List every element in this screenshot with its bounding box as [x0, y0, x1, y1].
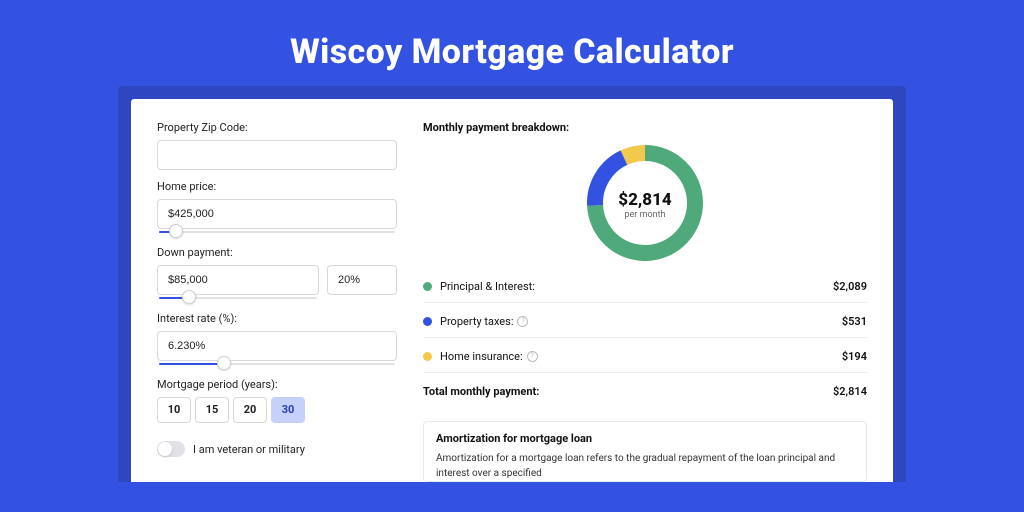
interest-rate-label: Interest rate (%): [157, 312, 397, 325]
legend-list: Principal & Interest:$2,089 Property taxe… [423, 280, 867, 407]
slider-thumb[interactable] [169, 224, 183, 238]
down-payment-label: Down payment: [157, 246, 397, 259]
down-payment-slider[interactable] [157, 294, 319, 302]
mortgage-period-option[interactable]: 10 [157, 397, 191, 423]
donut-center: $2,814 per month [618, 190, 671, 220]
mortgage-period-group: 10152030 [157, 397, 397, 423]
veteran-label: I am veteran or military [193, 443, 305, 456]
mortgage-period-option[interactable]: 20 [233, 397, 267, 423]
slider-thumb[interactable] [182, 290, 196, 304]
legend-label: Property taxes:? [440, 315, 842, 328]
legend-dot [423, 282, 432, 291]
legend-total-label: Total monthly payment: [423, 385, 833, 398]
amortization-card: Amortization for mortgage loan Amortizat… [423, 421, 867, 482]
info-icon[interactable]: ? [517, 316, 528, 327]
legend-value: $194 [842, 350, 867, 363]
veteran-row: I am veteran or military [157, 441, 397, 457]
mortgage-period-label: Mortgage period (years): [157, 378, 397, 391]
donut-sub: per month [618, 210, 671, 220]
breakdown-title: Monthly payment breakdown: [423, 121, 867, 134]
down-payment-percent-input[interactable] [327, 265, 397, 295]
legend-row: Home insurance:?$194 [423, 350, 867, 373]
calculator-panel: Property Zip Code: Home price: Down paym… [131, 99, 893, 482]
amortization-text: Amortization for a mortgage loan refers … [436, 451, 854, 481]
legend-value: $531 [842, 315, 867, 328]
home-price-label: Home price: [157, 180, 397, 193]
calculator-frame: Property Zip Code: Home price: Down paym… [118, 86, 906, 482]
amortization-title: Amortization for mortgage loan [436, 432, 854, 445]
legend-row: Property taxes:?$531 [423, 315, 867, 338]
legend-dot [423, 352, 432, 361]
mortgage-period-option[interactable]: 15 [195, 397, 229, 423]
legend-label: Principal & Interest: [440, 280, 833, 293]
page-title: Wiscoy Mortgage Calculator [0, 0, 1024, 86]
zip-label: Property Zip Code: [157, 121, 397, 134]
info-icon[interactable]: ? [527, 351, 538, 362]
toggle-knob [158, 442, 172, 456]
legend-row: Principal & Interest:$2,089 [423, 280, 867, 303]
interest-rate-slider[interactable] [157, 360, 397, 368]
breakdown-column: Monthly payment breakdown: $2,814 per mo… [423, 121, 867, 482]
legend-total-value: $2,814 [833, 385, 867, 398]
down-payment-amount-input[interactable] [157, 265, 319, 295]
legend-total-row: Total monthly payment:$2,814 [423, 385, 867, 407]
legend-value: $2,089 [833, 280, 867, 293]
home-price-slider[interactable] [157, 228, 397, 236]
slider-thumb[interactable] [217, 356, 231, 370]
legend-dot [423, 317, 432, 326]
donut-chart: $2,814 per month [423, 140, 867, 270]
veteran-toggle[interactable] [157, 441, 185, 457]
mortgage-period-option[interactable]: 30 [271, 397, 305, 423]
home-price-input[interactable] [157, 199, 397, 229]
interest-rate-input[interactable] [157, 331, 397, 361]
donut-value: $2,814 [618, 190, 671, 210]
inputs-column: Property Zip Code: Home price: Down paym… [157, 121, 397, 482]
zip-input[interactable] [157, 140, 397, 170]
legend-label: Home insurance:? [440, 350, 842, 363]
